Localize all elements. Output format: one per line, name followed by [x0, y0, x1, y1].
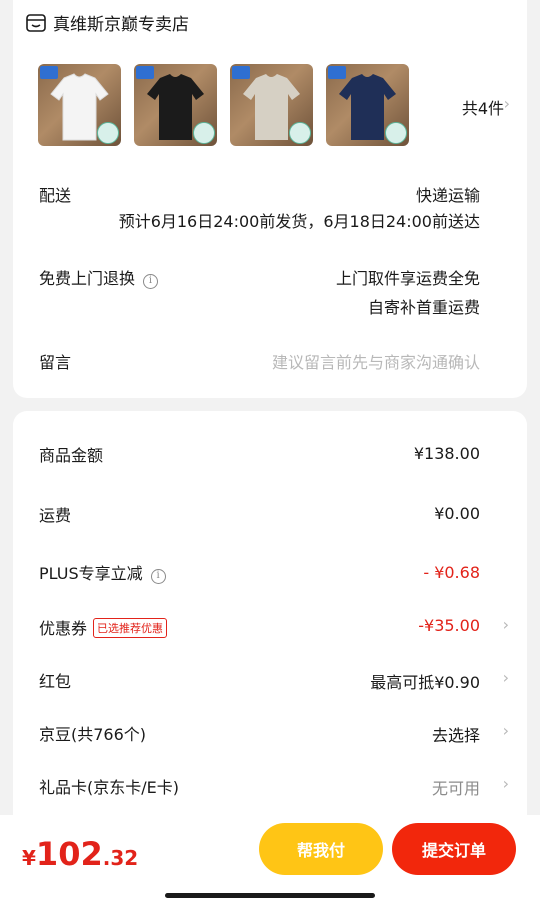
chevron-right-icon[interactable]: ›	[503, 774, 509, 793]
return-pickup-info: 上门取件享运费全免	[335, 269, 480, 288]
goods-amount-value: ¥138.00	[413, 444, 480, 463]
message-label: 留言	[39, 353, 72, 372]
brand-logo	[136, 66, 154, 79]
submit-order-button[interactable]: 提交订单	[392, 823, 516, 875]
product-thumbnail-black[interactable]	[134, 64, 217, 146]
brand-logo	[328, 66, 346, 79]
coupon-value[interactable]: -¥35.00	[418, 616, 480, 635]
help-pay-button[interactable]: 帮我付	[259, 823, 383, 875]
info-icon[interactable]: i	[150, 569, 166, 584]
total-integer: 102	[35, 835, 103, 873]
total-decimal: .32	[102, 846, 139, 870]
coupon-label[interactable]: 优惠券 已选推荐优惠	[39, 615, 168, 639]
chevron-right-icon[interactable]: ›	[503, 721, 509, 740]
product-thumbnails[interactable]	[38, 64, 409, 146]
order-total: ¥102.32	[22, 835, 138, 873]
plus-discount-text: PLUS专享立减	[39, 564, 143, 583]
return-self-send-info: 自寄补首重运费	[367, 298, 480, 317]
shop-icon	[26, 13, 46, 32]
jingdou-value[interactable]: 去选择	[432, 722, 480, 746]
item-count[interactable]: 共4件	[462, 95, 504, 119]
redpacket-value[interactable]: 最高可抵¥0.90	[370, 669, 480, 693]
coupon-tag: 已选推荐优惠	[93, 618, 168, 638]
goods-amount-label: 商品金额	[39, 446, 104, 465]
shipping-value: ¥0.00	[434, 504, 480, 523]
total-currency: ¥	[22, 846, 36, 870]
giftcard-value[interactable]: 无可用	[432, 775, 480, 799]
jingdou-label: 京豆(共766个)	[39, 725, 147, 744]
delivery-estimate: 预计6月16日24:00前发货，6月18日24:00前送达	[118, 212, 480, 231]
chevron-right-icon[interactable]: ›	[504, 94, 510, 113]
product-thumbnail-navy[interactable]	[326, 64, 409, 146]
plus-discount-value: - ¥0.68	[423, 563, 480, 582]
shop-name: 真维斯京巅专卖店	[53, 15, 189, 35]
fabric-badge	[97, 122, 119, 144]
fabric-badge	[385, 122, 407, 144]
brand-logo	[40, 66, 58, 79]
checkout-bar: ¥102.32 帮我付 提交订单	[0, 815, 540, 906]
shop-header[interactable]: 真维斯京巅专卖店	[25, 10, 189, 35]
delivery-label: 配送	[39, 186, 72, 205]
free-return-text: 免费上门退换	[39, 269, 136, 288]
home-indicator[interactable]	[165, 893, 375, 898]
chevron-right-icon[interactable]: ›	[503, 615, 509, 634]
info-icon[interactable]: i	[143, 274, 159, 289]
chevron-right-icon[interactable]: ›	[503, 668, 509, 687]
product-thumbnail-white[interactable]	[38, 64, 121, 146]
free-return-label: 免费上门退换 i	[39, 265, 159, 289]
fabric-badge	[193, 122, 215, 144]
delivery-method[interactable]: 快递运输	[416, 182, 480, 206]
coupon-text: 优惠券	[39, 619, 88, 638]
fabric-badge	[289, 122, 311, 144]
message-input[interactable]: 建议留言前先与商家沟通确认	[272, 349, 480, 373]
shipping-label: 运费	[39, 506, 72, 525]
redpacket-label: 红包	[39, 672, 72, 691]
product-thumbnail-khaki[interactable]	[230, 64, 313, 146]
giftcard-label: 礼品卡(京东卡/E卡)	[39, 778, 179, 797]
brand-logo	[232, 66, 250, 79]
plus-discount-label: PLUS专享立减 i	[39, 560, 166, 584]
